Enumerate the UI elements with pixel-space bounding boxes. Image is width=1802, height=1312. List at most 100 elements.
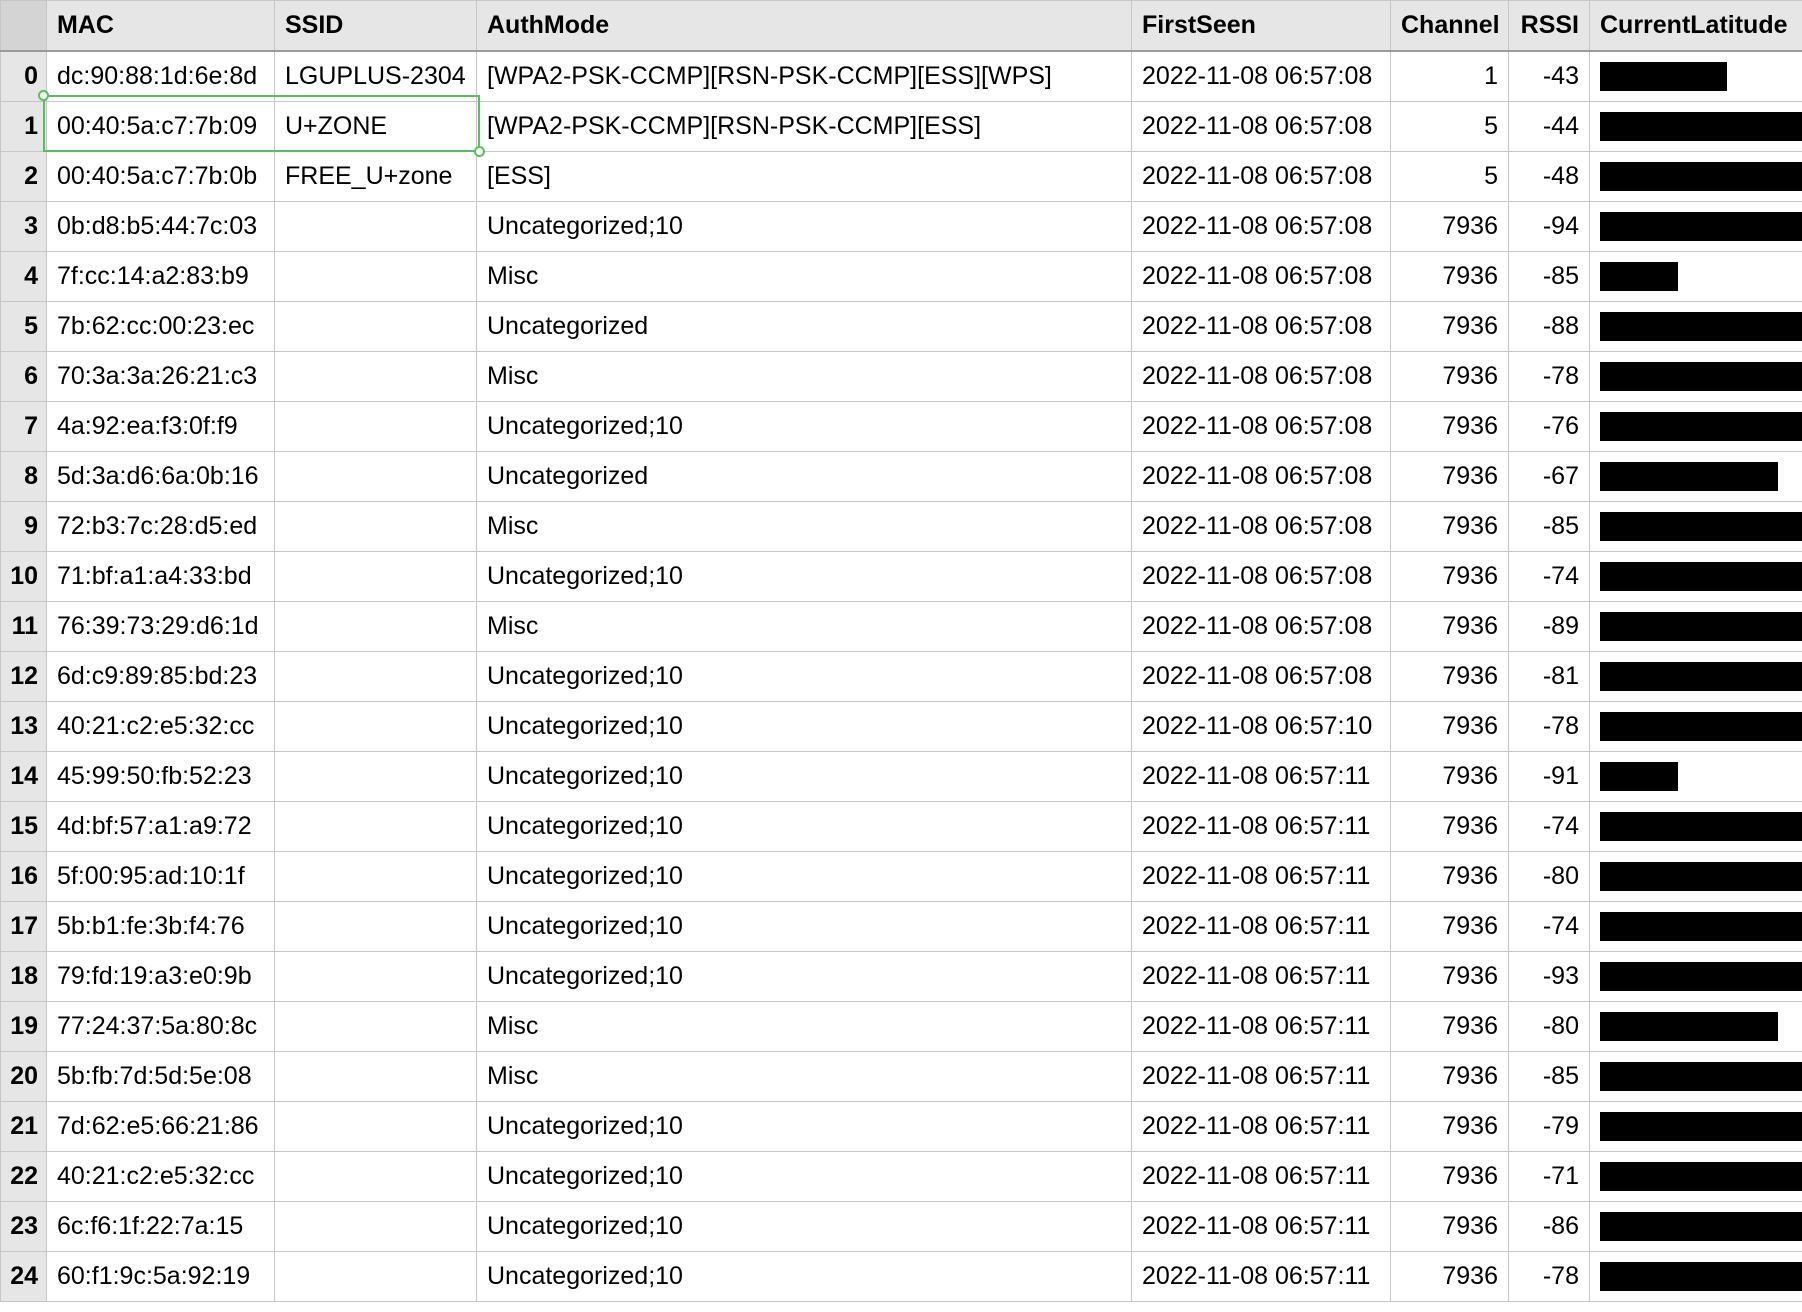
cell-ssid[interactable]	[274, 251, 477, 302]
cell-channel[interactable]: 7936	[1390, 451, 1509, 502]
cell-mac[interactable]: 77:24:37:5a:80:8c	[46, 1001, 275, 1052]
cell-firstseen[interactable]: 2022-11-08 06:57:08	[1131, 451, 1391, 502]
row-header[interactable]: 9	[0, 501, 47, 552]
row-header[interactable]: 13	[0, 701, 47, 752]
cell-firstseen[interactable]: 2022-11-08 06:57:11	[1131, 1101, 1391, 1152]
row-header[interactable]: 8	[0, 451, 47, 502]
cell-firstseen[interactable]: 2022-11-08 06:57:08	[1131, 151, 1391, 202]
cell-authmode[interactable]: Uncategorized;10	[476, 1101, 1132, 1152]
cell-currentlatitude[interactable]	[1589, 601, 1802, 652]
cell-ssid[interactable]	[274, 351, 477, 402]
cell-channel[interactable]: 5	[1390, 101, 1509, 152]
row-header[interactable]: 18	[0, 951, 47, 1002]
cell-mac[interactable]: dc:90:88:1d:6e:8d	[46, 50, 275, 102]
column-header-ssid[interactable]: SSID	[274, 0, 477, 52]
cell-channel[interactable]: 7936	[1390, 1201, 1509, 1252]
cell-rssi[interactable]: -85	[1508, 1051, 1590, 1102]
cell-currentlatitude[interactable]	[1589, 50, 1802, 102]
cell-authmode[interactable]: Misc	[476, 1051, 1132, 1102]
cell-rssi[interactable]: -80	[1508, 1001, 1590, 1052]
row-header[interactable]: 15	[0, 801, 47, 852]
cell-rssi[interactable]: -85	[1508, 251, 1590, 302]
cell-authmode[interactable]: [WPA2-PSK-CCMP][RSN-PSK-CCMP][ESS]	[476, 101, 1132, 152]
cell-currentlatitude[interactable]	[1589, 751, 1802, 802]
cell-firstseen[interactable]: 2022-11-08 06:57:08	[1131, 351, 1391, 402]
cell-firstseen[interactable]: 2022-11-08 06:57:08	[1131, 551, 1391, 602]
cell-authmode[interactable]: Uncategorized;10	[476, 401, 1132, 452]
cell-ssid[interactable]	[274, 501, 477, 552]
column-header-currentlatitude[interactable]: CurrentLatitude	[1589, 0, 1802, 52]
cell-rssi[interactable]: -94	[1508, 201, 1590, 252]
cell-firstseen[interactable]: 2022-11-08 06:57:08	[1131, 201, 1391, 252]
column-header-rssi[interactable]: RSSI	[1508, 0, 1590, 52]
cell-rssi[interactable]: -71	[1508, 1151, 1590, 1202]
cell-currentlatitude[interactable]	[1589, 801, 1802, 852]
cell-ssid[interactable]	[274, 751, 477, 802]
cell-channel[interactable]: 7936	[1390, 1051, 1509, 1102]
cell-rssi[interactable]: -44	[1508, 101, 1590, 152]
cell-ssid[interactable]	[274, 1151, 477, 1202]
row-header[interactable]: 2	[0, 151, 47, 202]
cell-firstseen[interactable]: 2022-11-08 06:57:08	[1131, 251, 1391, 302]
cell-authmode[interactable]: Uncategorized;10	[476, 851, 1132, 902]
cell-currentlatitude[interactable]	[1589, 301, 1802, 352]
cell-mac[interactable]: 76:39:73:29:d6:1d	[46, 601, 275, 652]
cell-channel[interactable]: 1	[1390, 50, 1509, 102]
cell-rssi[interactable]: -93	[1508, 951, 1590, 1002]
cell-channel[interactable]: 7936	[1390, 1101, 1509, 1152]
cell-authmode[interactable]: Uncategorized;10	[476, 951, 1132, 1002]
row-header[interactable]: 3	[0, 201, 47, 252]
cell-mac[interactable]: 72:b3:7c:28:d5:ed	[46, 501, 275, 552]
cell-authmode[interactable]: Misc	[476, 501, 1132, 552]
row-header[interactable]: 24	[0, 1251, 47, 1302]
cell-currentlatitude[interactable]	[1589, 151, 1802, 202]
cell-rssi[interactable]: -67	[1508, 451, 1590, 502]
cell-channel[interactable]: 7936	[1390, 801, 1509, 852]
select-all-corner[interactable]	[0, 0, 47, 52]
cell-ssid[interactable]	[274, 401, 477, 452]
cell-authmode[interactable]: [WPA2-PSK-CCMP][RSN-PSK-CCMP][ESS][WPS]	[476, 50, 1132, 102]
cell-ssid[interactable]	[274, 801, 477, 852]
cell-ssid[interactable]	[274, 1251, 477, 1302]
cell-mac[interactable]: 7b:62:cc:00:23:ec	[46, 301, 275, 352]
cell-rssi[interactable]: -48	[1508, 151, 1590, 202]
cell-authmode[interactable]: Misc	[476, 1001, 1132, 1052]
cell-rssi[interactable]: -89	[1508, 601, 1590, 652]
cell-mac[interactable]: 40:21:c2:e5:32:cc	[46, 701, 275, 752]
cell-authmode[interactable]: Uncategorized;10	[476, 651, 1132, 702]
cell-ssid[interactable]	[274, 951, 477, 1002]
cell-rssi[interactable]: -85	[1508, 501, 1590, 552]
cell-mac[interactable]: 5d:3a:d6:6a:0b:16	[46, 451, 275, 502]
cell-firstseen[interactable]: 2022-11-08 06:57:11	[1131, 1051, 1391, 1102]
cell-currentlatitude[interactable]	[1589, 951, 1802, 1002]
cell-firstseen[interactable]: 2022-11-08 06:57:08	[1131, 50, 1391, 102]
cell-ssid[interactable]: FREE_U+zone	[274, 151, 477, 202]
cell-mac[interactable]: 7f:cc:14:a2:83:b9	[46, 251, 275, 302]
cell-authmode[interactable]: Uncategorized;10	[476, 751, 1132, 802]
row-header[interactable]: 7	[0, 401, 47, 452]
cell-channel[interactable]: 7936	[1390, 1001, 1509, 1052]
cell-currentlatitude[interactable]	[1589, 251, 1802, 302]
cell-mac[interactable]: 40:21:c2:e5:32:cc	[46, 1151, 275, 1202]
cell-rssi[interactable]: -81	[1508, 651, 1590, 702]
cell-currentlatitude[interactable]	[1589, 1001, 1802, 1052]
cell-authmode[interactable]: Misc	[476, 351, 1132, 402]
cell-mac[interactable]: 5b:fb:7d:5d:5e:08	[46, 1051, 275, 1102]
row-header[interactable]: 21	[0, 1101, 47, 1152]
cell-authmode[interactable]: Uncategorized;10	[476, 551, 1132, 602]
cell-authmode[interactable]: Uncategorized;10	[476, 1251, 1132, 1302]
cell-channel[interactable]: 7936	[1390, 751, 1509, 802]
cell-firstseen[interactable]: 2022-11-08 06:57:11	[1131, 1151, 1391, 1202]
cell-rssi[interactable]: -76	[1508, 401, 1590, 452]
cell-channel[interactable]: 7936	[1390, 251, 1509, 302]
cell-ssid[interactable]	[274, 1101, 477, 1152]
cell-mac[interactable]: 4a:92:ea:f3:0f:f9	[46, 401, 275, 452]
row-header[interactable]: 20	[0, 1051, 47, 1102]
cell-currentlatitude[interactable]	[1589, 1051, 1802, 1102]
cell-mac[interactable]: 60:f1:9c:5a:92:19	[46, 1251, 275, 1302]
cell-authmode[interactable]: Uncategorized;10	[476, 901, 1132, 952]
cell-channel[interactable]: 7936	[1390, 651, 1509, 702]
cell-mac[interactable]: 00:40:5a:c7:7b:09	[46, 101, 275, 152]
cell-currentlatitude[interactable]	[1589, 901, 1802, 952]
cell-authmode[interactable]: Uncategorized	[476, 301, 1132, 352]
